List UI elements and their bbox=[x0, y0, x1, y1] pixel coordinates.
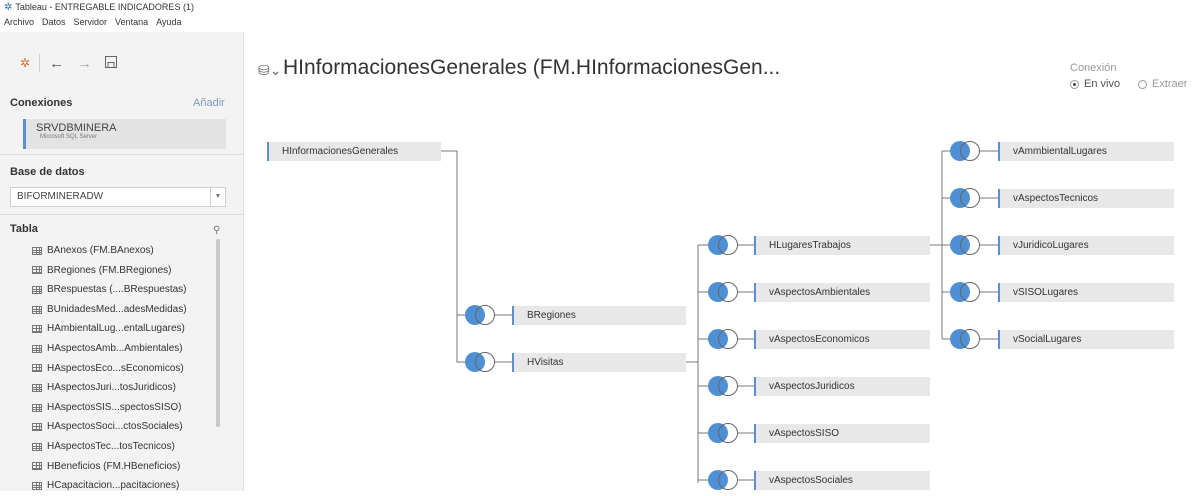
table-node-vammbientallugares[interactable]: vAmmbientalLugares bbox=[998, 142, 1174, 161]
join-icon[interactable] bbox=[950, 140, 980, 162]
join-icon[interactable] bbox=[708, 281, 738, 303]
table-node-vaspectosambientales[interactable]: vAspectosAmbientales bbox=[754, 283, 930, 302]
join-icon[interactable] bbox=[708, 375, 738, 397]
join-icon[interactable] bbox=[708, 328, 738, 350]
table-node-bregiones[interactable]: BRegiones bbox=[512, 306, 686, 325]
join-icon[interactable] bbox=[708, 234, 738, 256]
table-node-vaspectossociales[interactable]: vAspectosSociales bbox=[754, 471, 930, 490]
join-icon[interactable] bbox=[708, 422, 738, 444]
table-node-vaspectossiso[interactable]: vAspectosSISO bbox=[754, 424, 930, 443]
table-node-root[interactable]: HInformacionesGenerales bbox=[267, 142, 441, 161]
table-node-vaspectostecnicos[interactable]: vAspectosTecnicos bbox=[998, 189, 1174, 208]
join-icon[interactable] bbox=[950, 328, 980, 350]
table-node-vsociallugares[interactable]: vSocialLugares bbox=[998, 330, 1174, 349]
join-icon[interactable] bbox=[465, 304, 495, 326]
table-node-vjuridicolugares[interactable]: vJuridicoLugares bbox=[998, 236, 1174, 255]
table-node-hvisitas[interactable]: HVisitas bbox=[512, 353, 686, 372]
table-node-hlugarestrabajos[interactable]: HLugaresTrabajos bbox=[754, 236, 930, 255]
join-icon[interactable] bbox=[950, 187, 980, 209]
join-icon[interactable] bbox=[708, 469, 738, 491]
join-icon[interactable] bbox=[465, 351, 495, 373]
table-node-vsisolugares[interactable]: vSISOLugares bbox=[998, 283, 1174, 302]
table-node-vaspectosjuridicos[interactable]: vAspectosJuridicos bbox=[754, 377, 930, 396]
join-icon[interactable] bbox=[950, 281, 980, 303]
table-node-vaspectoseconomicos[interactable]: vAspectosEconomicos bbox=[754, 330, 930, 349]
join-icon[interactable] bbox=[950, 234, 980, 256]
